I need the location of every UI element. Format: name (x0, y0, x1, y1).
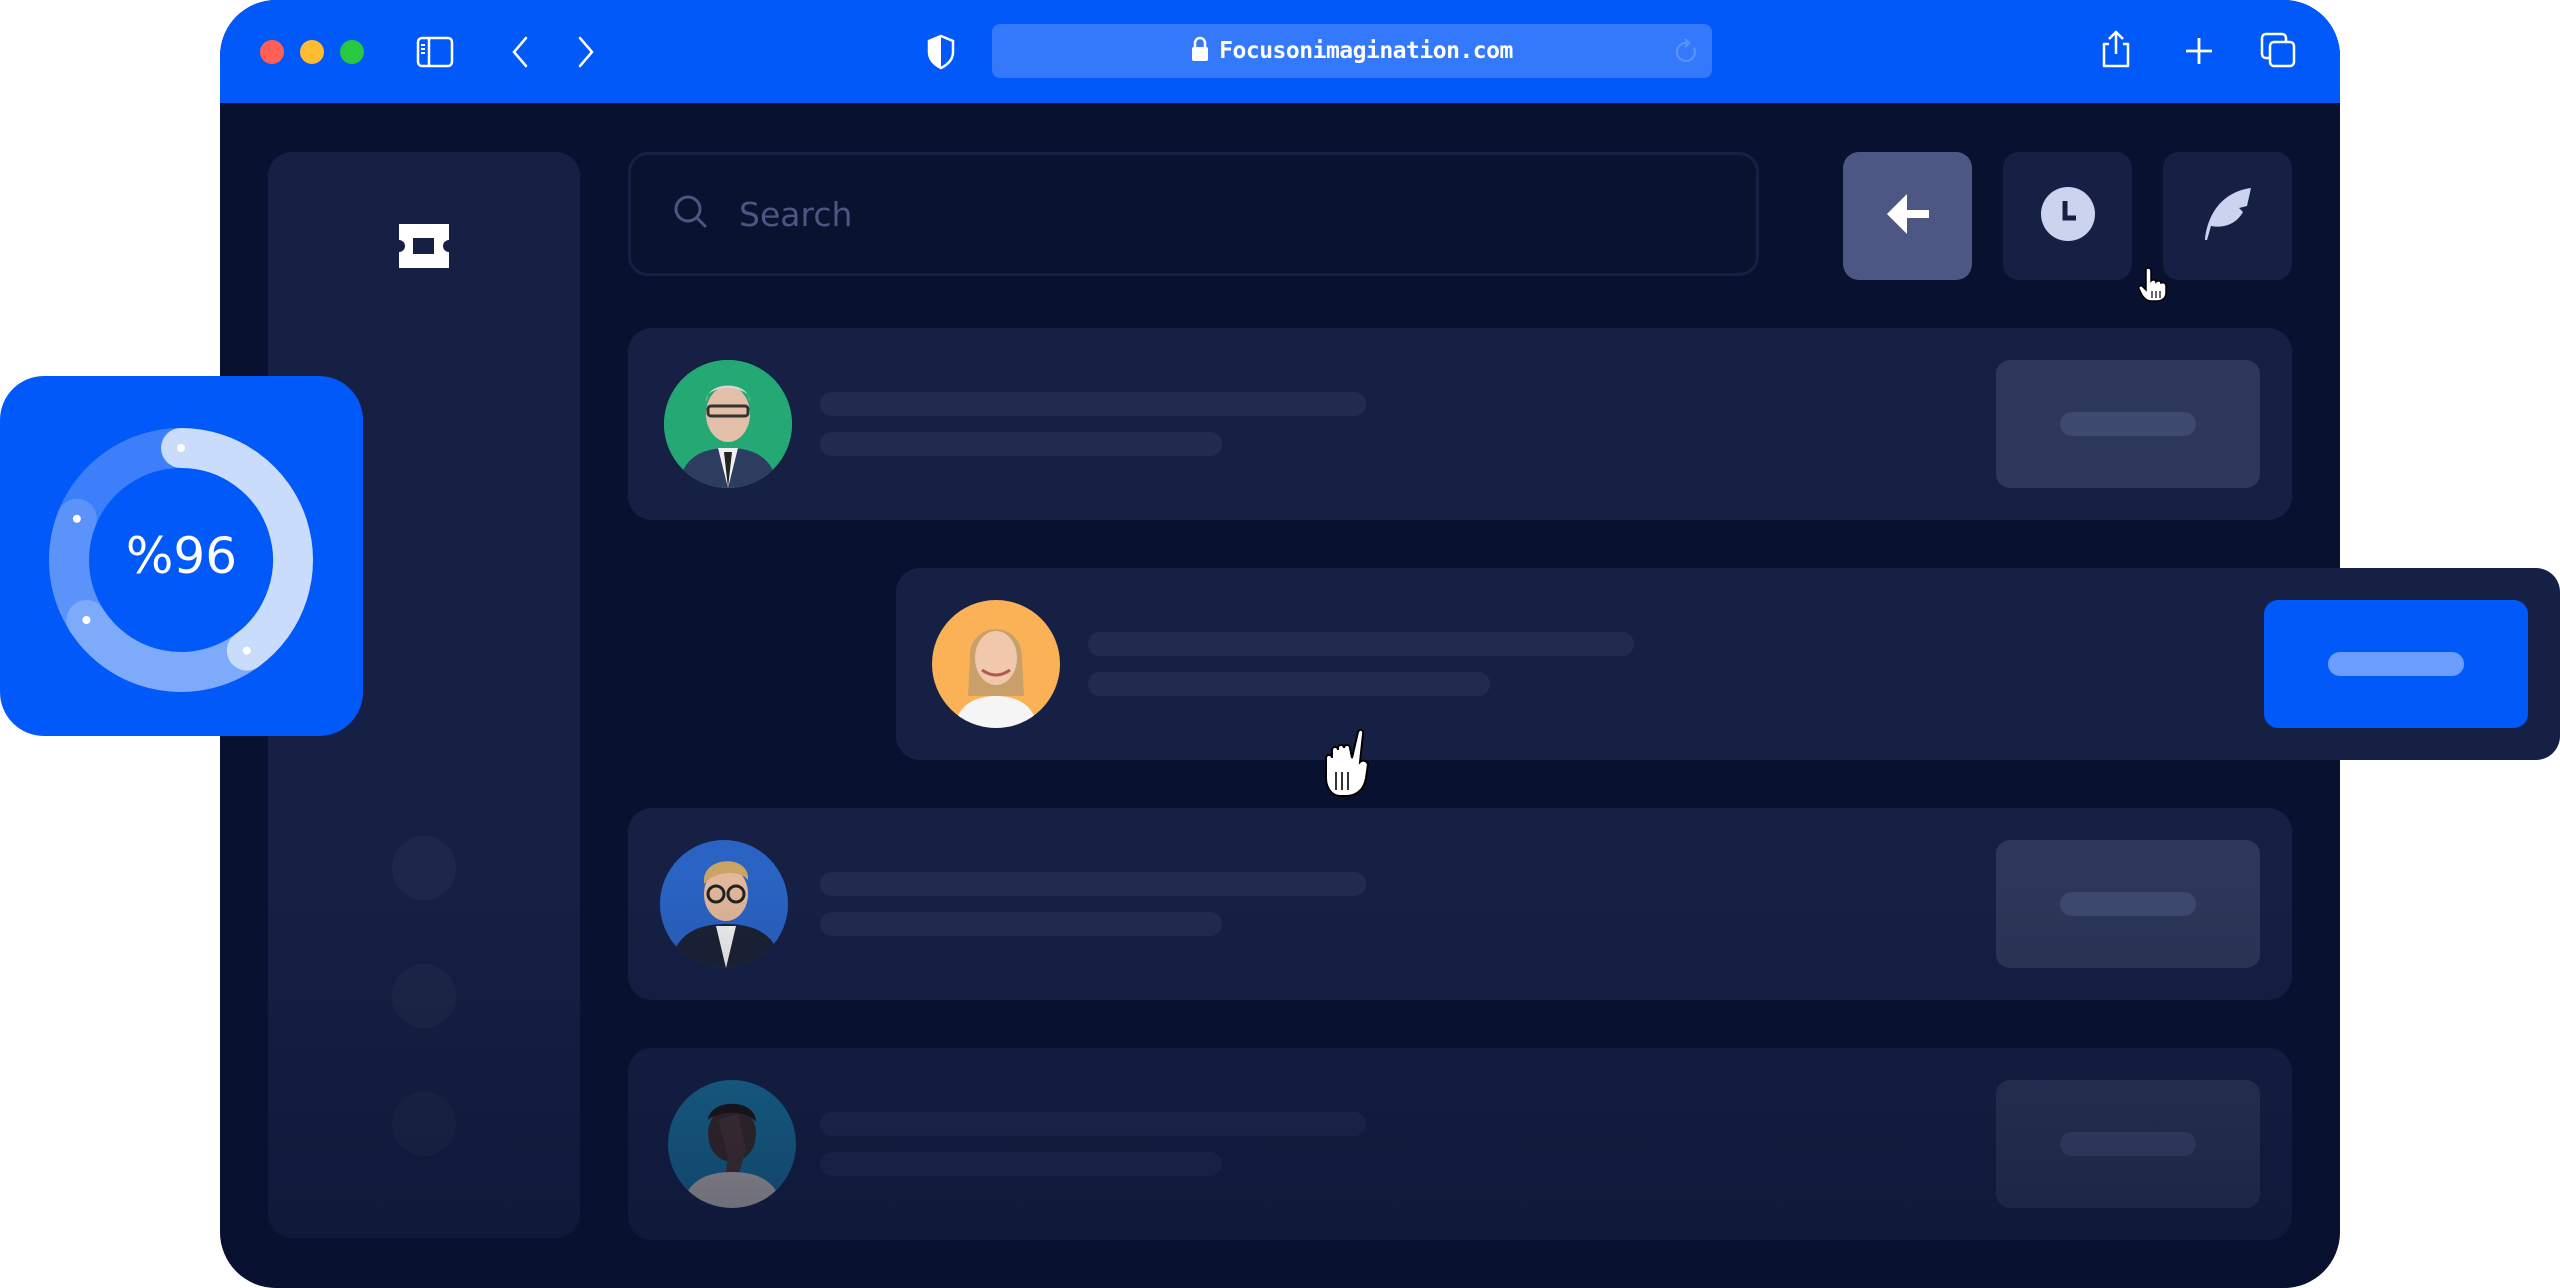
clock-icon (2040, 186, 2095, 246)
progress-widget: %96 (0, 376, 363, 736)
minimize-window-button[interactable] (300, 40, 324, 64)
tabs-overview-icon[interactable] (2260, 32, 2296, 68)
search-input[interactable] (737, 193, 1641, 235)
chevron-left-icon[interactable] (510, 36, 530, 68)
subtitle-placeholder (820, 912, 1222, 936)
share-icon[interactable] (2100, 28, 2132, 70)
sidebar-item-2[interactable] (392, 964, 456, 1028)
compose-button[interactable] (2163, 152, 2292, 280)
row-action-button[interactable] (1996, 840, 2260, 968)
row-primary-action-button[interactable] (2264, 600, 2528, 728)
button-label-placeholder (2060, 892, 2196, 916)
close-window-button[interactable] (260, 40, 284, 64)
list-item-highlighted[interactable] (896, 568, 2560, 760)
title-placeholder (820, 392, 1366, 416)
sidebar-item-3[interactable] (392, 1092, 456, 1156)
pointer-cursor-icon (2138, 267, 2168, 308)
feather-icon (2203, 186, 2253, 247)
maximize-window-button[interactable] (340, 40, 364, 64)
back-button[interactable] (1843, 152, 1972, 280)
list-item[interactable] (628, 1048, 2292, 1240)
button-label-placeholder (2328, 652, 2464, 676)
reload-icon[interactable] (1674, 38, 1700, 71)
title-placeholder (820, 872, 1366, 896)
avatar (932, 600, 1060, 728)
browser-titlebar: Focusonimagination.com (220, 0, 2340, 103)
row-action-button[interactable] (1996, 360, 2260, 488)
subtitle-placeholder (820, 1152, 1222, 1176)
search-icon (673, 194, 709, 235)
title-placeholder (820, 1112, 1366, 1136)
title-placeholder (1088, 632, 1634, 656)
button-label-placeholder (2060, 1132, 2196, 1156)
url-text: Focusonimagination.com (1219, 38, 1513, 64)
search-box (628, 152, 1759, 276)
plus-icon[interactable] (2184, 36, 2214, 66)
ticket-icon[interactable] (397, 222, 451, 275)
chevron-right-icon[interactable] (576, 36, 596, 68)
lock-icon (1191, 36, 1209, 67)
history-button[interactable] (2003, 152, 2132, 280)
avatar (668, 1080, 796, 1208)
address-bar[interactable]: Focusonimagination.com (992, 24, 1712, 78)
avatar (664, 360, 792, 488)
list-item[interactable] (628, 808, 2292, 1000)
arrow-left-icon (1885, 192, 1931, 241)
button-label-placeholder (2060, 412, 2196, 436)
sidebar-item-1[interactable] (392, 836, 456, 900)
sidebar-toggle-icon[interactable] (416, 36, 454, 68)
list-item[interactable] (628, 328, 2292, 520)
subtitle-placeholder (820, 432, 1222, 456)
shield-icon[interactable] (926, 34, 956, 70)
subtitle-placeholder (1088, 672, 1490, 696)
avatar (660, 840, 788, 968)
row-action-button[interactable] (1996, 1080, 2260, 1208)
progress-label: %96 (125, 527, 238, 585)
pointer-cursor-icon (1322, 728, 1384, 803)
